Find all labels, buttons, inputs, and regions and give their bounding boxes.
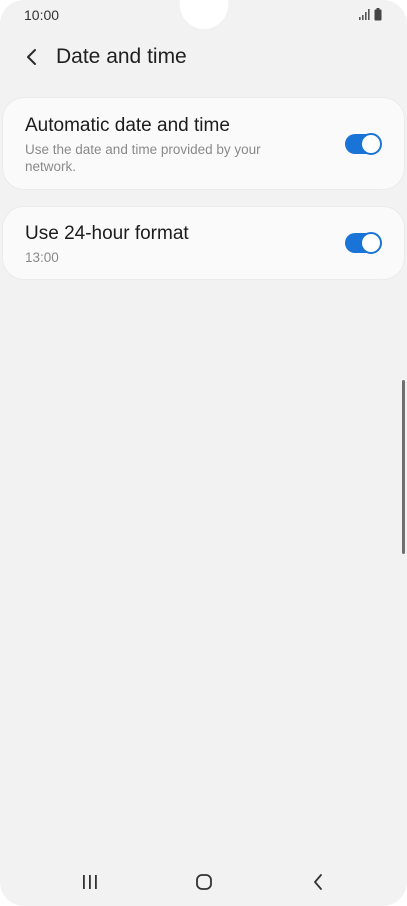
- status-icons: [358, 8, 384, 22]
- setting-description: Use the date and time provided by your n…: [25, 142, 261, 174]
- automatic-date-time-toggle[interactable]: [345, 133, 382, 155]
- setting-24-hour-format[interactable]: Use 24-hour format 13:00: [2, 206, 405, 280]
- battery-icon: [374, 8, 382, 21]
- toggle-knob: [360, 133, 382, 155]
- toggle-knob: [360, 232, 382, 254]
- recents-icon[interactable]: [79, 874, 101, 890]
- scrollbar[interactable]: [402, 380, 405, 554]
- 24-hour-format-toggle[interactable]: [345, 232, 382, 254]
- signal-icon: [359, 9, 370, 20]
- status-time: 10:00: [24, 7, 60, 23]
- setting-title: Automatic date and time: [25, 115, 230, 136]
- page-title: Date and time: [56, 45, 187, 68]
- app-bar: Date and time: [0, 30, 407, 86]
- status-bar: 10:00: [0, 0, 407, 30]
- phone-screen: 10:00 Date and time Automatic date and t…: [0, 0, 407, 906]
- setting-value: 13:00: [25, 250, 59, 265]
- setting-automatic-date-time[interactable]: Automatic date and time Use the date and…: [2, 97, 405, 190]
- navigation-bar: [0, 858, 407, 906]
- back-icon[interactable]: [310, 873, 326, 891]
- home-icon[interactable]: [194, 873, 214, 891]
- setting-title: Use 24-hour format: [25, 223, 189, 244]
- chevron-left-icon[interactable]: [20, 44, 44, 70]
